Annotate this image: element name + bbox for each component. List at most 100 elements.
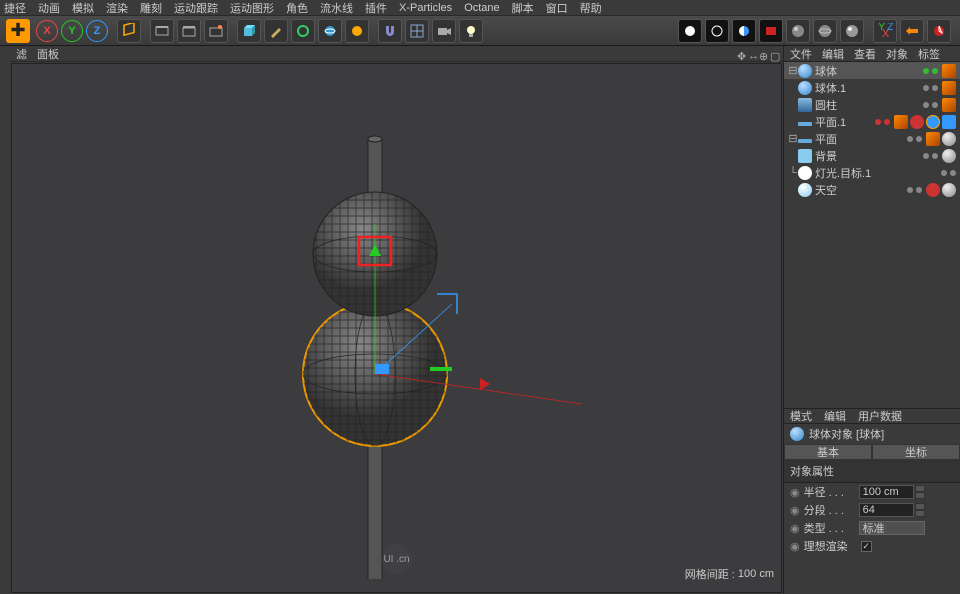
cube-tool-button[interactable] [117, 19, 141, 43]
physics-button[interactable] [345, 19, 369, 43]
tree-row[interactable]: 球体.1 [784, 79, 960, 96]
attr-tab[interactable]: 用户数据 [858, 408, 902, 424]
viewport-filter-label[interactable]: 滤 [16, 46, 27, 62]
menu-item[interactable]: 模拟 [72, 0, 94, 16]
environment-button[interactable] [318, 19, 342, 43]
tree-row[interactable]: 圆柱 [784, 96, 960, 113]
phong-tag-icon[interactable] [942, 64, 956, 78]
visibility-dot[interactable] [923, 85, 929, 91]
light-button[interactable] [459, 19, 483, 43]
magnet-button[interactable] [378, 19, 402, 43]
menu-item[interactable]: 脚本 [512, 0, 534, 16]
tree-row[interactable]: ⊟ 平面 [784, 130, 960, 147]
animation-button[interactable] [150, 19, 174, 43]
material-tag-icon[interactable] [942, 149, 956, 163]
phong-tag-icon[interactable] [926, 132, 940, 146]
render-dot[interactable] [884, 119, 890, 125]
visibility-dot[interactable] [923, 153, 929, 159]
attr-tab[interactable]: 模式 [790, 408, 812, 424]
render-dot[interactable] [932, 102, 938, 108]
menu-item[interactable]: Octane [464, 2, 499, 14]
radius-spinner[interactable] [915, 485, 925, 499]
tree-toggle-icon[interactable]: ⊟ [788, 132, 798, 145]
tree-row[interactable]: 平面.1 [784, 113, 960, 130]
visibility-dot[interactable] [941, 170, 947, 176]
radius-input[interactable]: 100 cm [859, 485, 914, 499]
attr-tab[interactable]: 编辑 [824, 408, 846, 424]
menu-item[interactable]: 雕刻 [140, 0, 162, 16]
visibility-dot[interactable] [875, 119, 881, 125]
shading-flat-button[interactable] [678, 19, 702, 43]
menu-item[interactable]: 渲染 [106, 0, 128, 16]
comp-tag-icon[interactable] [926, 183, 940, 197]
sphere-shaded-button[interactable] [840, 19, 864, 43]
attr-subtab-coord[interactable]: 坐标 [872, 444, 960, 460]
material-tag-icon[interactable] [942, 132, 956, 146]
sphere-preview-button[interactable] [786, 19, 810, 43]
attr-subtab-basic[interactable]: 基本 [784, 444, 872, 460]
world-axis-button[interactable]: YZX [873, 19, 897, 43]
menu-item[interactable]: 捷径 [4, 0, 26, 16]
visibility-dot[interactable] [907, 187, 913, 193]
menu-item[interactable]: 运动图形 [230, 0, 274, 16]
menu-item[interactable]: 动画 [38, 0, 60, 16]
camera-button[interactable] [432, 19, 456, 43]
target-tag-icon[interactable] [942, 115, 956, 129]
om-tab[interactable]: 查看 [854, 46, 876, 62]
phong-tag-icon[interactable] [942, 81, 956, 95]
render-dot[interactable] [950, 170, 956, 176]
grid-button[interactable] [405, 19, 429, 43]
tree-toggle-icon[interactable]: ⊟ [788, 64, 798, 77]
axis-z-button[interactable]: Z [86, 20, 108, 42]
material-tag-icon[interactable] [942, 183, 956, 197]
add-object-button[interactable]: ✚ [6, 19, 30, 43]
menu-item[interactable]: 角色 [286, 0, 308, 16]
ideal-checkbox[interactable] [861, 541, 872, 552]
phong-tag-icon[interactable] [894, 115, 908, 129]
tree-row-sphere[interactable]: ⊟ 球体 [784, 62, 960, 79]
viewport[interactable]: UI .cn [11, 63, 782, 593]
pen-tool-button[interactable] [264, 19, 288, 43]
deformer-button[interactable] [291, 19, 315, 43]
axis-x-button[interactable]: X [36, 20, 58, 42]
tree-row[interactable]: └ 灯光.目标.1 [784, 164, 960, 181]
render-dot[interactable] [932, 68, 938, 74]
type-combo[interactable]: 标准 [859, 521, 925, 535]
tree-row[interactable]: 天空 [784, 181, 960, 198]
tree-row[interactable]: 背景 [784, 147, 960, 164]
menu-item[interactable]: 运动跟踪 [174, 0, 218, 16]
menu-item[interactable]: 流水线 [320, 0, 353, 16]
snap-button[interactable] [900, 19, 924, 43]
sel-tag-icon[interactable] [926, 115, 940, 129]
clapboard-button[interactable] [177, 19, 201, 43]
menu-item[interactable]: X-Particles [399, 2, 452, 14]
render-button[interactable] [204, 19, 228, 43]
om-tab[interactable]: 编辑 [822, 46, 844, 62]
om-tab[interactable]: 文件 [790, 46, 812, 62]
segments-spinner[interactable] [915, 503, 925, 517]
menu-item[interactable]: 窗口 [546, 0, 568, 16]
vp-nav-icon[interactable]: ✥ [737, 50, 744, 57]
sphere-grid-button[interactable] [813, 19, 837, 43]
primitive-cube-button[interactable] [237, 19, 261, 43]
segments-input[interactable]: 64 [859, 503, 914, 517]
record-button[interactable] [759, 19, 783, 43]
shading-split-button[interactable] [732, 19, 756, 43]
visibility-dot[interactable] [923, 68, 929, 74]
visibility-dot[interactable] [923, 102, 929, 108]
render-dot[interactable] [916, 187, 922, 193]
vp-zoom-icon[interactable]: ⊕ [759, 50, 766, 57]
om-tab[interactable]: 标签 [918, 46, 940, 62]
shading-wire-button[interactable] [705, 19, 729, 43]
phong-tag-icon[interactable] [942, 98, 956, 112]
vp-pan-icon[interactable]: ↔ [748, 50, 755, 57]
render-dot[interactable] [932, 153, 938, 159]
menu-item[interactable]: 帮助 [580, 0, 602, 16]
visibility-dot[interactable] [907, 136, 913, 142]
menu-item[interactable]: 插件 [365, 0, 387, 16]
viewport-panel-label[interactable]: 面板 [37, 46, 59, 62]
vp-max-icon[interactable]: ▢ [770, 50, 777, 57]
render-dot[interactable] [932, 85, 938, 91]
history-button[interactable] [927, 19, 951, 43]
axis-y-button[interactable]: Y [61, 20, 83, 42]
